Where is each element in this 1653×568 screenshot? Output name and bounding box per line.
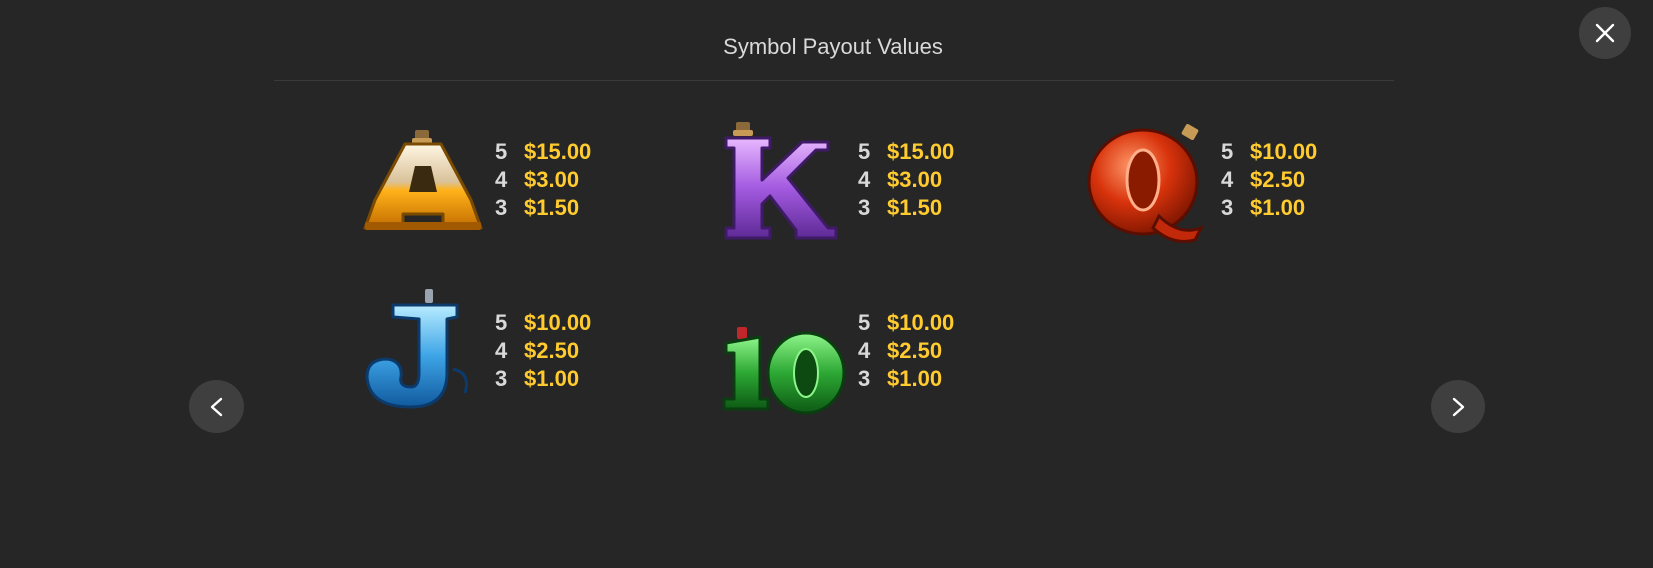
payout-list: 5 $10.00 4 $2.50 3 $1.00 [858,309,954,393]
previous-page-button[interactable] [189,380,244,433]
payout-row: 5 $15.00 [858,138,954,166]
match-count: 3 [495,195,508,220]
payout-list: 5 $15.00 4 $3.00 3 $1.50 [858,138,954,222]
payout-row: 3 $1.50 [495,194,591,222]
payout-value: $3.00 [524,167,580,192]
symbol-card-a: 5 $15.00 4 $3.00 3 $1.50 [353,118,673,258]
payout-value: $15.00 [524,139,592,164]
payout-list: 5 $15.00 4 $3.00 3 $1.50 [495,138,591,222]
payout-value: $10.00 [887,310,955,335]
paytable-screen: Symbol Payout Values 5 $15.00 4 $3.00 3 … [0,0,1653,568]
chevron-right-icon [1452,397,1465,416]
payout-row: 5 $15.00 [495,138,591,166]
payout-list: 5 $10.00 4 $2.50 3 $1.00 [1221,138,1317,222]
close-icon [1595,23,1615,43]
payout-value: $1.00 [1250,195,1306,220]
match-count: 3 [495,366,508,391]
match-count: 5 [495,310,508,335]
letter-k-symbol-icon [724,122,838,240]
payout-value: $10.00 [524,310,592,335]
next-page-button[interactable] [1431,380,1485,433]
payout-value: $1.00 [887,366,943,391]
match-count: 5 [495,139,508,164]
payout-value: $10.00 [1250,139,1318,164]
symbol-card-j: 5 $10.00 4 $2.50 3 $1.00 [353,289,673,429]
payout-value: $3.00 [887,167,943,192]
match-count: 4 [858,338,871,363]
match-count: 4 [858,167,871,192]
payout-value: $1.50 [887,195,943,220]
page-title: Symbol Payout Values [723,34,943,59]
match-count: 5 [858,310,871,335]
payout-row: 3 $1.00 [858,365,954,393]
payout-value: $1.50 [524,195,580,220]
payout-row: 5 $10.00 [495,309,591,337]
payout-value: $2.50 [887,338,943,363]
payout-row: 4 $2.50 [858,337,954,365]
number-10-symbol-icon [722,327,846,415]
payout-row: 5 $10.00 [1221,138,1317,166]
letter-q-symbol-icon [1087,124,1205,243]
match-count: 4 [1221,167,1234,192]
letter-a-symbol-icon [363,130,483,230]
symbol-card-10: 5 $10.00 4 $2.50 3 $1.00 [716,289,1036,429]
payout-row: 3 $1.00 [1221,194,1317,222]
payout-value: $1.00 [524,366,580,391]
match-count: 3 [1221,195,1234,220]
payout-row: 4 $3.00 [858,166,954,194]
match-count: 5 [858,139,871,164]
letter-j-symbol-icon [365,289,468,409]
payout-row: 4 $3.00 [495,166,591,194]
payout-value: $2.50 [1250,167,1306,192]
payout-row: 3 $1.00 [495,365,591,393]
payout-row: 5 $10.00 [858,309,954,337]
match-count: 5 [1221,139,1234,164]
payout-value: $2.50 [524,338,580,363]
payout-row: 4 $2.50 [1221,166,1317,194]
payout-list: 5 $10.00 4 $2.50 3 $1.00 [495,309,591,393]
close-button[interactable] [1579,7,1631,59]
match-count: 3 [858,366,871,391]
payout-row: 4 $2.50 [495,337,591,365]
payout-row: 3 $1.50 [858,194,954,222]
match-count: 4 [495,338,508,363]
title-divider [274,80,1394,81]
symbol-card-k: 5 $15.00 4 $3.00 3 $1.50 [716,118,1036,258]
match-count: 3 [858,195,871,220]
symbol-card-q: 5 $10.00 4 $2.50 3 $1.00 [1079,118,1399,258]
chevron-left-icon [210,397,222,416]
payout-value: $15.00 [887,139,955,164]
match-count: 4 [495,167,508,192]
